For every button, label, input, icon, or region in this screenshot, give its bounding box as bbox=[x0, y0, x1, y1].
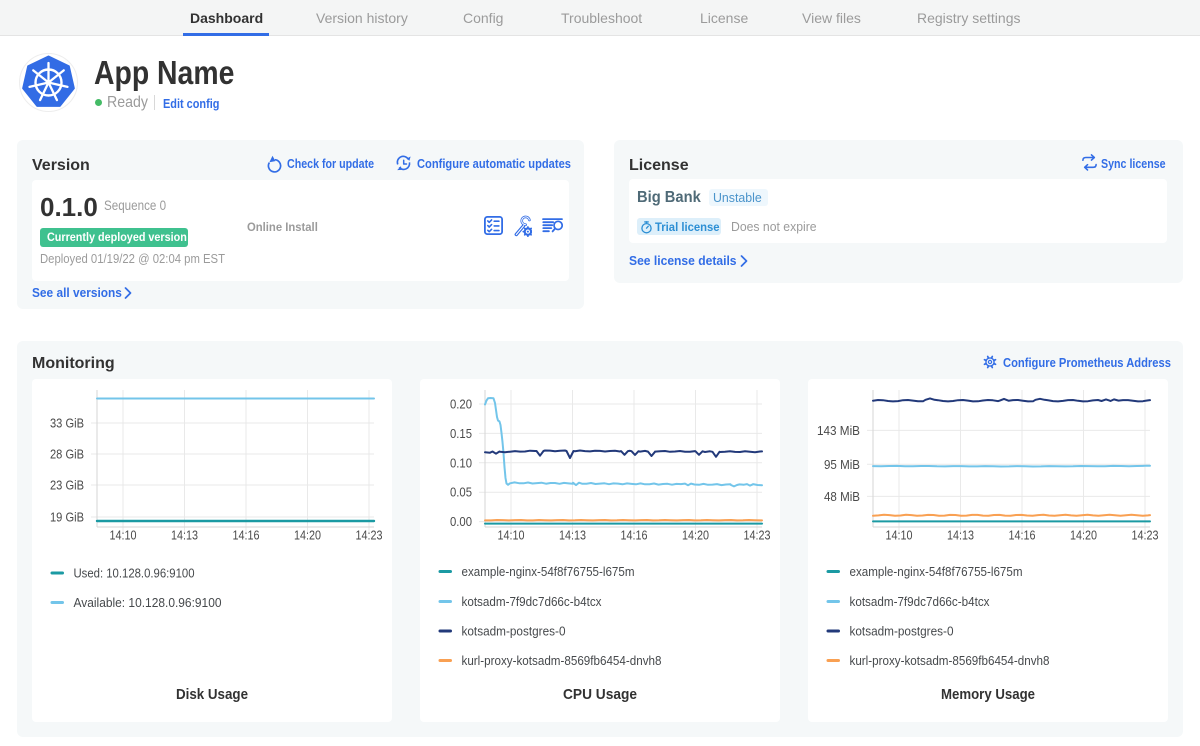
svg-text:19 GiB: 19 GiB bbox=[50, 510, 84, 525]
svg-text:14:20: 14:20 bbox=[682, 528, 709, 543]
svg-text:28 GiB: 28 GiB bbox=[50, 447, 84, 462]
svg-text:Memory Usage: Memory Usage bbox=[941, 686, 1035, 703]
svg-text:kotsadm-postgres-0: kotsadm-postgres-0 bbox=[850, 624, 954, 639]
svg-text:kurl-proxy-kotsadm-8569fb6454-: kurl-proxy-kotsadm-8569fb6454-dnvh8 bbox=[462, 653, 662, 668]
svg-text:0.10: 0.10 bbox=[450, 455, 472, 470]
svg-text:14:20: 14:20 bbox=[294, 528, 321, 543]
svg-text:14:10: 14:10 bbox=[110, 528, 137, 543]
svg-text:23 GiB: 23 GiB bbox=[50, 478, 84, 493]
svg-text:0.15: 0.15 bbox=[450, 426, 472, 441]
svg-text:kotsadm-7f9dc7d66c-b4tcx: kotsadm-7f9dc7d66c-b4tcx bbox=[850, 594, 990, 609]
svg-text:14:13: 14:13 bbox=[947, 528, 974, 543]
svg-text:14:13: 14:13 bbox=[559, 528, 586, 543]
svg-text:Available: 10.128.0.96:9100: Available: 10.128.0.96:9100 bbox=[74, 595, 222, 610]
svg-text:14:10: 14:10 bbox=[886, 528, 913, 543]
svg-text:example-nginx-54f8f76755-l675m: example-nginx-54f8f76755-l675m bbox=[462, 564, 635, 579]
svg-text:14:10: 14:10 bbox=[498, 528, 525, 543]
svg-text:33 GiB: 33 GiB bbox=[50, 416, 84, 431]
svg-text:0.05: 0.05 bbox=[450, 485, 472, 500]
svg-text:Disk Usage: Disk Usage bbox=[176, 686, 248, 703]
svg-text:Used: 10.128.0.96:9100: Used: 10.128.0.96:9100 bbox=[74, 566, 195, 581]
svg-text:14:23: 14:23 bbox=[1132, 528, 1159, 543]
svg-text:0.20: 0.20 bbox=[450, 397, 472, 412]
svg-text:kotsadm-postgres-0: kotsadm-postgres-0 bbox=[462, 624, 566, 639]
svg-text:0.00: 0.00 bbox=[450, 514, 472, 529]
svg-text:14:23: 14:23 bbox=[356, 528, 383, 543]
svg-text:95 MiB: 95 MiB bbox=[824, 457, 860, 472]
svg-text:14:13: 14:13 bbox=[171, 528, 198, 543]
svg-text:14:20: 14:20 bbox=[1070, 528, 1097, 543]
svg-text:14:23: 14:23 bbox=[744, 528, 771, 543]
svg-text:143 MiB: 143 MiB bbox=[817, 423, 860, 438]
svg-text:14:16: 14:16 bbox=[233, 528, 260, 543]
svg-text:14:16: 14:16 bbox=[621, 528, 648, 543]
svg-text:kotsadm-7f9dc7d66c-b4tcx: kotsadm-7f9dc7d66c-b4tcx bbox=[462, 594, 602, 609]
svg-text:48 MiB: 48 MiB bbox=[824, 489, 860, 504]
svg-text:example-nginx-54f8f76755-l675m: example-nginx-54f8f76755-l675m bbox=[850, 564, 1023, 579]
svg-text:14:16: 14:16 bbox=[1009, 528, 1036, 543]
svg-text:kurl-proxy-kotsadm-8569fb6454-: kurl-proxy-kotsadm-8569fb6454-dnvh8 bbox=[850, 653, 1050, 668]
svg-text:CPU Usage: CPU Usage bbox=[563, 686, 637, 703]
